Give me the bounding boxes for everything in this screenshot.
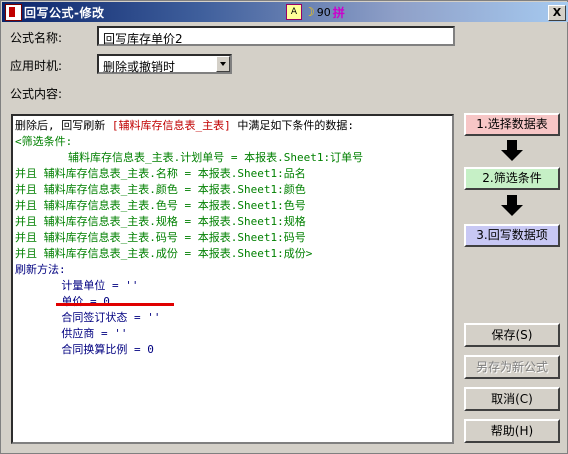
editor-line-10: 刷新方法:: [15, 263, 66, 276]
formula-name-input[interactable]: 回写库存单价2: [97, 26, 455, 46]
window-title: 回写公式-修改: [24, 6, 105, 20]
save-as-new-button[interactable]: 另存为新公式: [464, 355, 560, 379]
editor-line-14: 供应商 = '': [15, 327, 128, 340]
editor-line-3: 辅料库存信息表_主表.计划单号 = 本报表.Sheet1:订单号: [15, 151, 364, 164]
save-button[interactable]: 保存(S): [464, 323, 560, 347]
help-button[interactable]: 帮助(H): [464, 419, 560, 443]
pinyin-icon[interactable]: 拼: [333, 4, 345, 21]
target-table-link[interactable]: [辅料库存信息表_主表]: [112, 119, 231, 132]
arrow-down-icon: [501, 140, 523, 162]
filter-condition-button[interactable]: 2.筛选条件: [464, 167, 560, 190]
ime-mode-icon[interactable]: A: [286, 4, 302, 20]
name-label: 公式名称:: [10, 31, 63, 45]
timing-label: 应用时机:: [10, 59, 63, 73]
dialog-window: 回写公式-修改 A ☽ 90 拼 X 公式名称: 回写库存单价2 应用时机: 删…: [0, 0, 568, 454]
editor-line-5: 并且 辅料库存信息表_主表.颜色 = 本报表.Sheet1:颜色: [15, 183, 306, 196]
editor-line-8: 并且 辅料库存信息表_主表.码号 = 本报表.Sheet1:码号: [15, 231, 306, 244]
editor-line-4: 并且 辅料库存信息表_主表.名称 = 本报表.Sheet1:品名: [15, 167, 306, 180]
arrow-down-icon: [501, 195, 523, 217]
editor-line-2: <筛选条件:: [15, 135, 73, 148]
select-table-button[interactable]: 1.选择数据表: [464, 113, 560, 136]
timing-select-value: 删除或撤销时: [103, 60, 176, 74]
close-button[interactable]: X: [548, 5, 566, 21]
editor-line-6: 并且 辅料库存信息表_主表.色号 = 本报表.Sheet1:色号: [15, 199, 306, 212]
editor-line-9: 并且 辅料库存信息表_主表.成份 = 本报表.Sheet1:成份>: [15, 247, 313, 260]
editor-line-12: 单价 = 0: [15, 295, 110, 308]
title-bar[interactable]: 回写公式-修改 A ☽ 90 拼 X: [2, 2, 568, 22]
editor-line-15: 合同换算比例 = 0: [15, 343, 154, 356]
app-icon: [5, 4, 22, 21]
moon-icon[interactable]: ☽: [304, 5, 315, 19]
content-label: 公式内容:: [10, 87, 63, 101]
chevron-down-icon[interactable]: [216, 56, 230, 72]
editor-line-13: 合同签订状态 = '': [15, 311, 161, 324]
ime-punct-icon[interactable]: 90: [317, 6, 331, 19]
timing-select[interactable]: 删除或撤销时: [97, 54, 232, 74]
cancel-button[interactable]: 取消(C): [464, 387, 560, 411]
editor-line-7: 并且 辅料库存信息表_主表.规格 = 本报表.Sheet1:规格: [15, 215, 306, 228]
editor-line-1: 删除后, 回写刷新 [辅料库存信息表_主表] 中满足如下条件的数据:: [15, 118, 354, 134]
writeback-items-button[interactable]: 3.回写数据项: [464, 224, 560, 247]
ime-toolbar: A ☽ 90 拼: [286, 4, 345, 20]
formula-content-editor[interactable]: 删除后, 回写刷新 [辅料库存信息表_主表] 中满足如下条件的数据: <筛选条件…: [11, 114, 454, 444]
red-underline-annotation: [56, 303, 174, 306]
line1-suffix: 中满足如下条件的数据:: [230, 119, 354, 132]
line1-text: 删除后, 回写刷新: [15, 119, 112, 132]
editor-line-11: 计量单位 = '': [15, 279, 139, 292]
